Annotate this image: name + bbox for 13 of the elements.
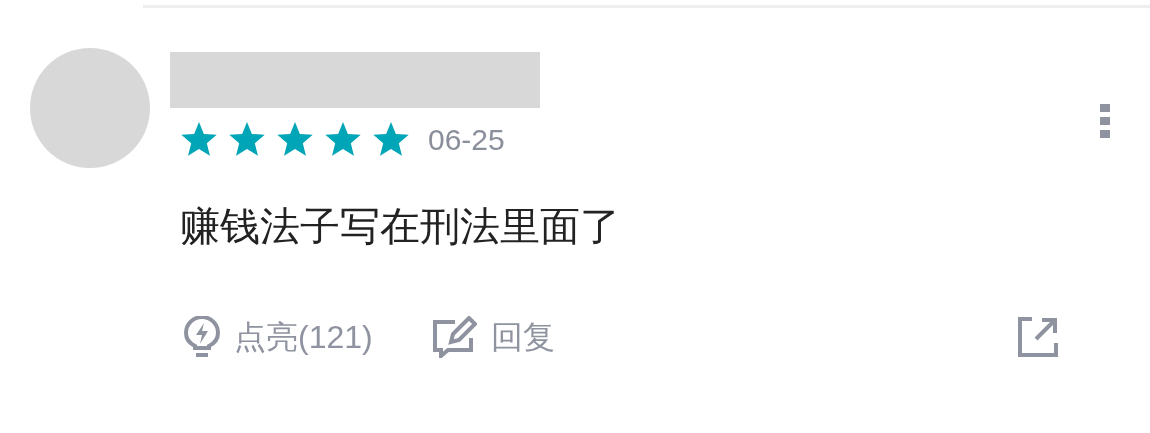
comment-text: 赚钱法子写在刑法里面了 bbox=[180, 206, 621, 246]
reply-button[interactable]: 回复 bbox=[432, 316, 555, 358]
star-icon bbox=[180, 122, 218, 158]
more-icon[interactable] bbox=[1100, 104, 1112, 138]
star-icon bbox=[372, 122, 410, 158]
like-button[interactable]: 点亮(121) bbox=[184, 316, 373, 358]
star-icon bbox=[324, 122, 362, 158]
review-date: 06-25 bbox=[428, 125, 505, 155]
star-icon bbox=[228, 122, 266, 158]
edit-comment-icon bbox=[432, 316, 477, 358]
lightbulb-icon bbox=[184, 316, 220, 358]
share-icon[interactable] bbox=[1018, 317, 1058, 357]
star-icon bbox=[276, 122, 314, 158]
